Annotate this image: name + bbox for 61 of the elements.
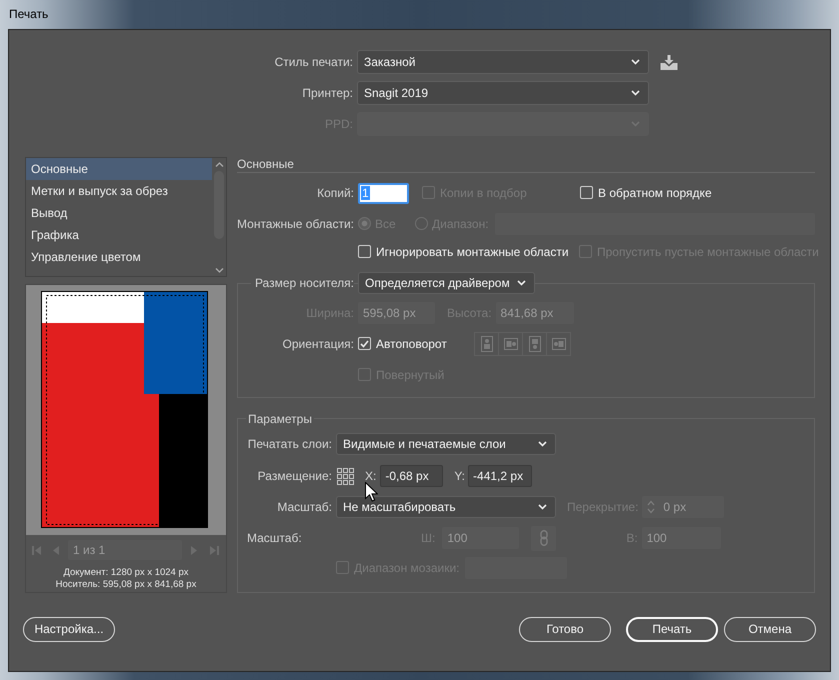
reverse-order-checkbox[interactable] (580, 186, 593, 200)
landscape-left-icon (504, 336, 518, 352)
y-field[interactable]: -441,2 px (468, 465, 532, 487)
reverse-order-label: В обратном порядке (598, 186, 712, 200)
scaling-label: Масштаб: (277, 500, 332, 514)
chevron-up-icon (214, 162, 224, 167)
ignore-artboards-label: Игнорировать монтажные области (376, 244, 569, 260)
section-heading: Основные (237, 157, 294, 171)
printer-label: Принтер: (302, 86, 353, 100)
last-page-icon (210, 546, 219, 554)
sidebar-item[interactable]: Основные (26, 158, 212, 180)
sidebar-item[interactable]: Управление цветом (26, 246, 212, 268)
sidebar-item[interactable]: Графика (26, 224, 212, 246)
mouse-pointer-icon (365, 482, 378, 502)
print-button[interactable]: Печать (626, 617, 718, 642)
auto-rotate-checkbox[interactable] (358, 337, 371, 350)
scaling-dropdown[interactable]: Не масштабировать (336, 496, 556, 518)
sidebar-item[interactable]: Вывод (26, 202, 212, 224)
sidebar-item[interactable]: Метки и выпуск за обрез (26, 180, 212, 202)
cancel-button[interactable]: Отмена (724, 617, 816, 642)
scale-label: Масштаб: (247, 530, 302, 546)
placement-label: Размещение: (258, 468, 332, 484)
previous-page-icon (53, 546, 59, 554)
setup-button[interactable]: Настройка... (23, 617, 115, 642)
download-icon (660, 54, 678, 70)
x-field[interactable]: -0,68 px (380, 465, 444, 487)
artboards-label: Монтажные области: (237, 216, 354, 232)
chevron-down-icon (631, 90, 640, 96)
printer-dropdown[interactable]: Snagit 2019 (357, 81, 649, 105)
print-style-dropdown[interactable]: Заказной (357, 50, 649, 74)
chevron-down-icon (631, 59, 640, 65)
window-title: Печать (9, 7, 48, 22)
media-size-dropdown[interactable]: Определяется драйвером (358, 272, 535, 294)
done-button[interactable]: Готово (519, 617, 611, 642)
reference-point-grid-icon (336, 466, 355, 486)
landscape-right-icon (552, 336, 566, 352)
chevron-down-icon (538, 504, 547, 510)
ignore-artboards-checkbox[interactable] (358, 245, 371, 258)
checkmark-icon (360, 340, 369, 348)
next-page-icon (191, 546, 197, 554)
print-style-label: Стиль печати: (274, 54, 353, 70)
orientation-label: Ориентация: (282, 336, 354, 352)
y-label: Y: (454, 468, 466, 484)
document-size-text: Документ: 1280 px x 1024 px (63, 567, 189, 579)
chevron-down-icon (538, 441, 547, 447)
print-layers-dropdown[interactable]: Видимые и печатаемые слои (336, 433, 556, 455)
portrait-icon (480, 336, 494, 352)
media-size-label: Размер носителя: (250, 276, 354, 290)
chevron-down-icon (631, 121, 640, 127)
chevron-down-icon (214, 268, 224, 273)
auto-rotate-label: Автоповорот (376, 336, 447, 352)
print-layers-label: Печатать слои: (248, 436, 332, 452)
chevron-down-icon (517, 280, 526, 286)
first-page-icon (32, 546, 41, 554)
chain-link-icon (540, 530, 548, 546)
x-label: X: (365, 468, 376, 484)
up-down-arrows-icon (647, 500, 656, 514)
media-size-text: Носитель: 595,08 px x 841,68 px (56, 579, 196, 591)
portrait-reversed-icon (528, 336, 542, 352)
section-heading: Параметры (246, 412, 314, 426)
copies-label: Копий: (317, 186, 354, 200)
